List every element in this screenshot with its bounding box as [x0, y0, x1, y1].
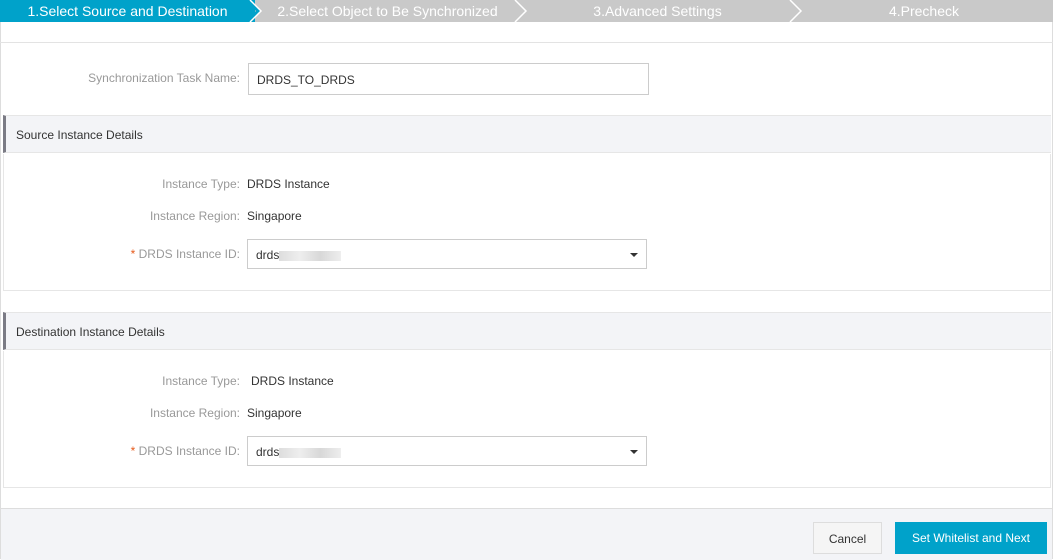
- source-region-value: Singapore: [247, 209, 302, 223]
- chevron-down-icon: [630, 253, 638, 257]
- chevron-down-icon: [630, 450, 638, 454]
- destination-type-label: Instance Type:: [162, 374, 240, 388]
- source-section-header: Source Instance Details: [3, 115, 1051, 153]
- destination-region-label: Instance Region:: [149, 406, 240, 420]
- divider: [0, 42, 1053, 43]
- destination-instance-select[interactable]: drds: [247, 436, 647, 466]
- step-label: 1.Select Source and Destination: [27, 3, 228, 19]
- label-text: DRDS Instance ID:: [138, 247, 240, 261]
- set-whitelist-next-button[interactable]: Set Whitelist and Next: [895, 522, 1047, 554]
- cancel-button[interactable]: Cancel: [813, 522, 882, 554]
- step-arrow-icon: [789, 0, 803, 22]
- destination-region-value: Singapore: [247, 406, 302, 420]
- step-3: 3.Advanced Settings: [520, 0, 795, 22]
- wizard-steps: 1.Select Source and Destination 2.Select…: [0, 0, 1053, 22]
- step-label: 4.Precheck: [888, 3, 960, 19]
- destination-id-label: * DRDS Instance ID:: [0, 444, 240, 458]
- source-type-label: Instance Type:: [162, 177, 240, 191]
- step-label: 3.Advanced Settings: [593, 3, 722, 19]
- select-value: drds: [256, 445, 280, 459]
- source-region-label: Instance Region:: [149, 209, 240, 223]
- step-4: 4.Precheck: [795, 0, 1053, 22]
- required-mark: *: [130, 444, 136, 458]
- source-id-label: * DRDS Instance ID:: [0, 247, 240, 261]
- required-mark: *: [130, 247, 136, 261]
- redacted-text: [279, 250, 342, 261]
- step-arrow-icon: [245, 0, 263, 22]
- destination-type-value: DRDS Instance: [251, 374, 334, 388]
- step-label: 2.Select Object to Be Synchronized: [277, 3, 498, 19]
- step-arrow-icon: [514, 0, 528, 22]
- destination-section-header: Destination Instance Details: [3, 312, 1051, 350]
- redacted-text: [279, 447, 342, 458]
- label-text: DRDS Instance ID:: [138, 444, 240, 458]
- select-value: drds: [256, 248, 280, 262]
- task-name-input[interactable]: DRDS_TO_DRDS: [248, 63, 649, 95]
- step-2: 2.Select Object to Be Synchronized: [255, 0, 520, 22]
- task-name-label: Synchronization Task Name:: [88, 71, 240, 85]
- source-instance-select[interactable]: drds: [247, 239, 647, 269]
- step-1: 1.Select Source and Destination: [0, 0, 255, 22]
- source-type-value: DRDS Instance: [247, 177, 330, 191]
